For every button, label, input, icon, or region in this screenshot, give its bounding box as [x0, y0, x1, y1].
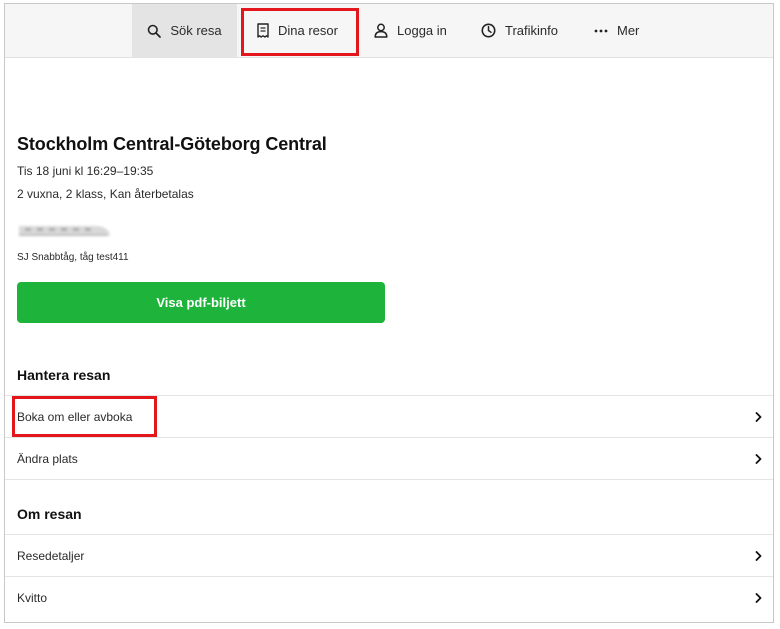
list-item-label: Ändra plats: [17, 451, 78, 466]
app-frame: Sök resa Dina resor Logga in Trafikinfo: [4, 3, 774, 623]
nav-label-logga-in: Logga in: [397, 23, 447, 38]
chevron-right-icon: [753, 411, 763, 422]
chevron-right-icon: [753, 592, 763, 603]
more-dots-icon: [594, 29, 608, 33]
nav-label-mer: Mer: [617, 23, 640, 38]
nav-label-trafikinfo: Trafikinfo: [505, 23, 558, 38]
nav-item-dina-resor[interactable]: Dina resor: [257, 4, 338, 57]
trip-passengers: 2 vuxna, 2 klass, Kan återbetalas: [17, 187, 194, 201]
nav-item-sok-resa[interactable]: Sök resa: [132, 4, 237, 57]
divider: [5, 479, 773, 480]
trip-title: Stockholm Central-Göteborg Central: [17, 134, 327, 154]
list-item-andra-plats[interactable]: Ändra plats: [5, 437, 773, 479]
train-caption: SJ Snabbtåg, tåg test411: [17, 252, 129, 263]
user-icon: [374, 23, 388, 38]
clock-icon: [481, 23, 496, 38]
show-pdf-ticket-button[interactable]: Visa pdf-biljett: [17, 282, 385, 323]
ticket-icon: [257, 23, 269, 38]
list-item-label: Resedetaljer: [17, 548, 85, 563]
search-icon: [147, 24, 162, 38]
nav-item-logga-in[interactable]: Logga in: [374, 4, 447, 57]
list-item-label: Kvitto: [17, 590, 48, 605]
nav-label-dina-resor: Dina resor: [278, 23, 338, 38]
list-item-resedetaljer[interactable]: Resedetaljer: [5, 534, 773, 576]
nav-item-mer[interactable]: Mer: [594, 4, 639, 57]
chevron-right-icon: [753, 550, 763, 561]
about-trip-heading: Om resan: [17, 506, 82, 522]
list-item-kvitto[interactable]: Kvitto: [5, 576, 773, 618]
nav-label-sok-resa: Sök resa: [170, 23, 222, 38]
nav-item-trafikinfo[interactable]: Trafikinfo: [481, 4, 558, 57]
chevron-right-icon: [753, 453, 763, 464]
list-item-boka-om[interactable]: Boka om eller avboka: [5, 395, 773, 437]
trip-datetime: Tis 18 juni kl 16:29–19:35: [17, 164, 154, 178]
top-navigation: Sök resa Dina resor Logga in Trafikinfo: [5, 4, 773, 58]
manage-trip-heading: Hantera resan: [17, 367, 111, 383]
train-image: [17, 220, 112, 240]
list-item-label: Boka om eller avboka: [17, 409, 133, 424]
